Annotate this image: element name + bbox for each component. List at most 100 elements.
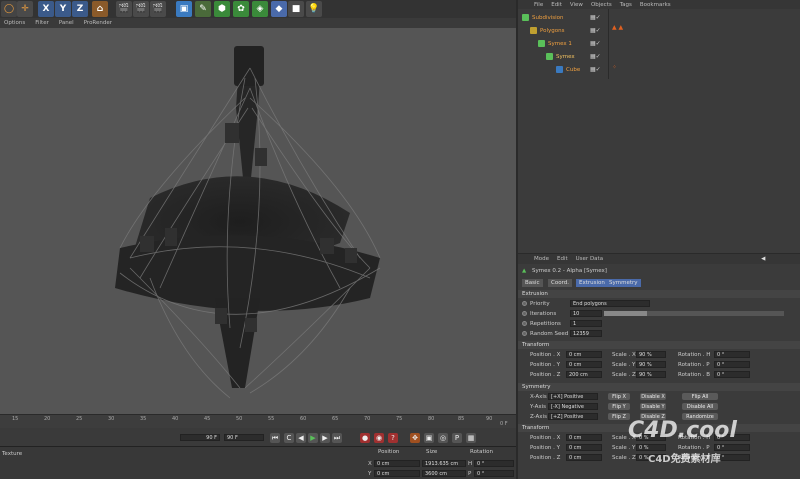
menu-prorender[interactable]: ProRender xyxy=(84,20,112,26)
object-row-symex1[interactable]: Symex 1 xyxy=(538,38,572,49)
timeline-ruler[interactable]: 15 20 25 30 35 40 45 50 55 60 65 70 75 8… xyxy=(0,414,516,428)
tab-coord[interactable]: Coord. xyxy=(548,279,572,287)
menu-view[interactable]: View xyxy=(570,2,583,8)
next-frame-icon[interactable]: ▶ xyxy=(320,433,330,443)
anim-dot[interactable] xyxy=(522,301,527,306)
menu-edit[interactable]: Edit xyxy=(557,256,568,262)
disable-all-button[interactable]: Disable All xyxy=(682,403,718,410)
frame-field-b[interactable]: 90 F xyxy=(224,434,264,441)
rotate-key-icon[interactable]: ◎ xyxy=(438,433,448,443)
tab-symmetry[interactable]: Symmetry xyxy=(606,279,641,287)
pla-key-icon[interactable]: ▦ xyxy=(466,433,476,443)
position-y-field[interactable]: 0 cm xyxy=(374,470,420,477)
tab-basic[interactable]: Basic xyxy=(522,279,543,287)
size-y-field[interactable]: 3600 cm xyxy=(422,470,466,477)
move-key-icon[interactable]: ✥ xyxy=(410,433,420,443)
live-selection-icon[interactable]: ◯ xyxy=(1,1,17,17)
spline-pen-icon[interactable]: ✎ xyxy=(195,1,211,17)
rotation-b-field[interactable]: 0 ° xyxy=(714,371,750,378)
visibility-check[interactable]: ▦✓ xyxy=(590,27,601,34)
visibility-check[interactable]: ▦✓ xyxy=(590,40,601,47)
menu-tags[interactable]: Tags xyxy=(620,2,632,8)
menu-mode[interactable]: Mode xyxy=(534,256,549,262)
menu-edit[interactable]: Edit xyxy=(551,2,562,8)
flip-all-button[interactable]: Flip All xyxy=(682,393,718,400)
next-key-icon[interactable]: ⏭ xyxy=(332,433,342,443)
frame-field-a[interactable]: 90 F xyxy=(180,434,220,441)
rotation-h-field[interactable]: 0 ° xyxy=(474,460,514,467)
random-seed-field[interactable]: 12359 xyxy=(570,330,602,337)
anim-dot[interactable] xyxy=(522,311,527,316)
render-view-icon[interactable]: 🎬 xyxy=(116,1,132,17)
menu-user-data[interactable]: User Data xyxy=(576,256,603,262)
object-row-cube[interactable]: Cube xyxy=(556,64,580,75)
3d-viewport[interactable] xyxy=(0,28,516,414)
menu-filter[interactable]: Filter xyxy=(35,20,49,26)
tab-extrusion[interactable]: Extrusion xyxy=(576,279,608,287)
render-picture-icon[interactable]: 🎬 xyxy=(133,1,149,17)
disable-y-button[interactable]: Disable Y xyxy=(640,403,666,410)
scale-y-field[interactable]: 90 % xyxy=(636,361,666,368)
render-settings-icon[interactable]: 🎬 xyxy=(150,1,166,17)
camera-icon[interactable]: ■ xyxy=(288,1,304,17)
move-tool-icon[interactable]: ✛ xyxy=(17,1,33,17)
deformer-icon[interactable]: ◈ xyxy=(252,1,268,17)
priority-select[interactable]: End polygons xyxy=(570,300,650,307)
object-row-subdivision[interactable]: Subdivision xyxy=(522,12,564,23)
iterations-field[interactable]: 10 xyxy=(570,310,602,317)
scale-x-field[interactable]: 90 % xyxy=(636,351,666,358)
y-axis-select[interactable]: [-X] Negative xyxy=(548,403,598,410)
cube-primitive-icon[interactable]: ▣ xyxy=(176,1,192,17)
menu-file[interactable]: File xyxy=(534,2,543,8)
position-x-field[interactable]: 0 cm xyxy=(374,460,420,467)
menu-options[interactable]: Options xyxy=(4,20,25,26)
y-axis-button[interactable]: Y xyxy=(55,1,71,17)
flip-z-button[interactable]: Flip Z xyxy=(608,413,630,420)
z-axis-select[interactable]: [+Z] Positive xyxy=(548,413,598,420)
repetitions-field[interactable]: 1 xyxy=(570,320,602,327)
prev-key-icon[interactable]: C xyxy=(284,433,294,443)
rotation-h-field[interactable]: 0 ° xyxy=(714,351,750,358)
size-x-field[interactable]: 1913.635 cm xyxy=(422,460,466,467)
texture-tag-icon[interactable]: ⁘ xyxy=(612,64,617,71)
param-key-icon[interactable]: P xyxy=(452,433,462,443)
disable-x-button[interactable]: Disable X xyxy=(640,393,666,400)
phong-tag-icon[interactable]: ▲ ▲ xyxy=(612,24,623,31)
keyframe-selection-icon[interactable]: ? xyxy=(388,433,398,443)
position-z-field[interactable]: 200 cm xyxy=(566,371,602,378)
go-start-icon[interactable]: ⏮ xyxy=(270,433,280,443)
iterations-slider[interactable] xyxy=(604,311,784,316)
anim-dot[interactable] xyxy=(522,321,527,326)
visibility-check[interactable]: ▦✓ xyxy=(590,66,601,73)
play-icon[interactable]: ▶ xyxy=(308,433,318,443)
back-arrow-icon[interactable]: ◀ xyxy=(761,256,765,262)
visibility-check[interactable]: ▦✓ xyxy=(590,14,601,21)
light-icon[interactable]: 💡 xyxy=(306,1,322,17)
object-row-symex[interactable]: Symex xyxy=(546,51,575,62)
menu-panel[interactable]: Panel xyxy=(59,20,74,26)
subdivision-icon[interactable]: ⬢ xyxy=(214,1,230,17)
record-icon[interactable]: ● xyxy=(360,433,370,443)
rotation-p-field[interactable]: 0 ° xyxy=(714,361,750,368)
position-x-field[interactable]: 0 cm xyxy=(566,351,602,358)
x-axis-button[interactable]: X xyxy=(38,1,54,17)
flip-x-button[interactable]: Flip X xyxy=(608,393,630,400)
anim-dot[interactable] xyxy=(522,331,527,336)
menu-objects[interactable]: Objects xyxy=(591,2,612,8)
x-axis-select[interactable]: [+X] Positive xyxy=(548,393,598,400)
scale-z-field[interactable]: 90 % xyxy=(636,371,666,378)
z-axis-button[interactable]: Z xyxy=(72,1,88,17)
menu-bookmarks[interactable]: Bookmarks xyxy=(640,2,671,8)
position-x-field[interactable]: 0 cm xyxy=(566,434,602,441)
object-row-polygons[interactable]: Polygons xyxy=(530,25,564,36)
scene-icon[interactable]: ◆ xyxy=(271,1,287,17)
flip-y-button[interactable]: Flip Y xyxy=(608,403,630,410)
rotation-p-field[interactable]: 0 ° xyxy=(474,470,514,477)
coordinate-system-icon[interactable]: ⌂ xyxy=(92,1,108,17)
array-icon[interactable]: ✿ xyxy=(233,1,249,17)
position-z-field[interactable]: 0 cm xyxy=(566,454,602,461)
scale-key-icon[interactable]: ▣ xyxy=(424,433,434,443)
position-y-field[interactable]: 0 cm xyxy=(566,444,602,451)
autokey-icon[interactable]: ◉ xyxy=(374,433,384,443)
prev-frame-icon[interactable]: ◀ xyxy=(296,433,306,443)
